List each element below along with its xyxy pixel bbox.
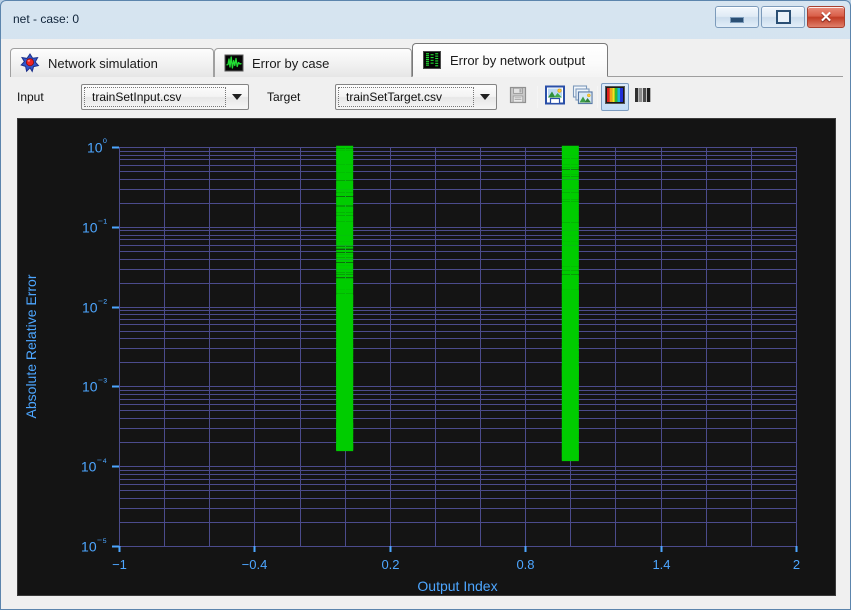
input-select-value: trainSetInput.csv [84,87,226,107]
toolbar-separator [597,86,598,108]
chevron-down-icon [474,85,496,109]
minimize-icon [716,7,758,27]
color-scheme-button[interactable] [601,83,629,111]
input-select[interactable]: trainSetInput.csv [81,84,249,110]
bars-dotted-icon [422,50,442,70]
target-select-value: trainSetTarget.csv [338,87,474,107]
toolbar-separator [537,86,538,108]
tab-error-by-network-output[interactable]: Error by network output [412,43,608,77]
minimize-button[interactable] [715,6,759,28]
x-axis-label: Output Index [417,578,497,594]
chart-background [18,119,835,595]
tab-strip: Network simulation Error by case Error b… [10,43,843,77]
waveform-icon [224,53,244,73]
close-icon: ✕ [819,8,833,26]
save-image-icon [544,84,566,111]
network-star-icon [20,53,40,73]
svg-text:−1: −1 [112,557,127,572]
svg-text:1.4: 1.4 [652,557,670,572]
maximize-icon [762,7,804,27]
close-button[interactable]: ✕ [807,6,845,28]
y-axis-label: Absolute Relative Error [23,274,39,418]
svg-text:0.2: 0.2 [381,557,399,572]
tab-error-by-case[interactable]: Error by case [214,48,412,77]
save-button[interactable] [504,83,532,111]
floppy-disk-icon [508,85,528,110]
toolbar: Input trainSetInput.csv Target trainSetT… [1,79,850,117]
target-label: Target [267,90,301,104]
tab-network-simulation[interactable]: Network simulation [10,48,214,77]
error-by-network-output-chart: −1 −0.4 0.2 0.8 1.4 2 10⁰10⁻¹10⁻²10⁻³10⁻⁴10⁻⁵… [18,119,835,595]
tab-label: Error by case [252,55,330,71]
chevron-down-icon [226,85,248,109]
tab-label: Error by network output [450,52,586,68]
svg-text:−0.4: −0.4 [242,557,268,572]
save-image-button[interactable] [541,83,569,111]
grayscale-bars-icon [632,85,654,110]
data-series-1 [561,145,579,462]
input-label: Input [17,90,44,104]
svg-text:0.8: 0.8 [516,557,534,572]
target-select[interactable]: trainSetTarget.csv [335,84,497,110]
tab-label: Network simulation [48,55,158,71]
window-title: net - case: 0 [13,12,80,26]
copy-images-icon [572,84,594,111]
svg-text:2: 2 [793,557,800,572]
grayscale-scheme-button[interactable] [629,83,657,111]
title-bar: net - case: 0 ✕ [1,1,850,39]
copy-images-button[interactable] [569,83,597,111]
chart-panel: −1 −0.4 0.2 0.8 1.4 2 10⁰ 10⁻¹ 10⁻² 10⁻³ 10⁻⁴ 10⁻⁵… [17,118,836,596]
color-bars-icon [604,85,626,110]
client-area: Network simulation Error by case Error b… [1,39,850,609]
application-window: net - case: 0 ✕ Network simulation Error… [0,0,851,610]
maximize-button[interactable] [761,6,805,28]
